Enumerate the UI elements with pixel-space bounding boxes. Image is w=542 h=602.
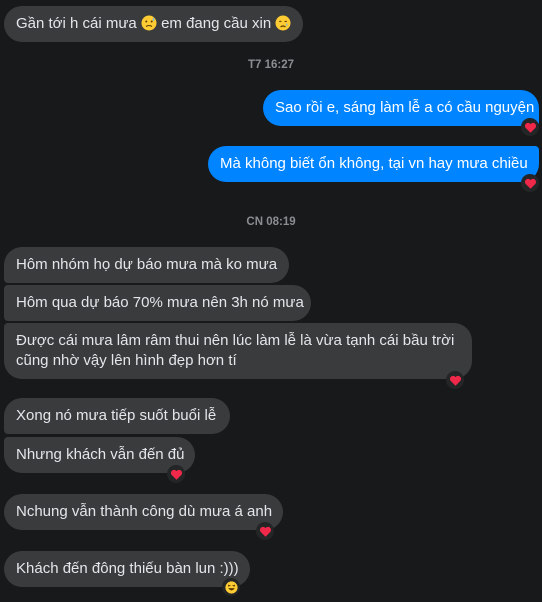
- message-bubble[interactable]: Gần tới h cái mưa em đang cầu xin: [4, 6, 304, 42]
- message-bubble[interactable]: Mà không biết ổn không, tại vn hay mưa c…: [208, 146, 539, 182]
- message-bubble[interactable]: Hôm qua dự báo 70% mưa nên 3h nó mưa: [4, 285, 311, 321]
- laughing-face-icon[interactable]: [222, 578, 240, 596]
- heart-icon[interactable]: [256, 522, 274, 540]
- heart-icon[interactable]: [521, 174, 539, 192]
- timestamp: CN 08:19: [246, 216, 296, 228]
- message-text: Nchung vẫn thành công dù mưa á anh: [16, 503, 273, 520]
- sweat-face-icon: [141, 15, 157, 37]
- message-text: Hôm qua dự báo 70% mưa nên 3h nó mưa: [16, 294, 304, 311]
- message-bubble[interactable]: Khách đến đông thiếu bàn lun :))): [4, 551, 250, 587]
- message-text-mid: em đang cầu xin: [156, 15, 276, 32]
- heart-icon[interactable]: [446, 371, 464, 389]
- timestamp: T7 16:27: [247, 59, 295, 71]
- message-bubble[interactable]: Nchung vẫn thành công dù mưa á anh: [4, 494, 283, 530]
- message-text: Khách đến đông thiếu bàn lun :))): [16, 560, 239, 577]
- heart-icon[interactable]: [167, 465, 185, 483]
- message-bubble[interactable]: Được cái mưa lâm râm thui nên lúc làm lễ…: [4, 323, 472, 379]
- message-text: Xong nó mưa tiếp suốt buổi lễ: [16, 407, 217, 424]
- message-bubble[interactable]: Sao rồi e, sáng làm lễ a có cầu nguyện: [263, 90, 539, 126]
- message-text: Được cái mưa lâm râm thui nên lúc làm lễ…: [16, 332, 455, 369]
- message-text: Gần tới h cái mưa: [16, 15, 141, 32]
- message-text: Hôm nhóm họ dự báo mưa mà ko mưa: [16, 256, 278, 273]
- heart-icon[interactable]: [521, 118, 539, 136]
- crying-face-icon: [275, 15, 291, 37]
- message-text: Sao rồi e, sáng làm lễ a có cầu nguyện: [275, 99, 535, 116]
- message-bubble[interactable]: Hôm nhóm họ dự báo mưa mà ko mưa: [4, 247, 289, 283]
- message-text: Nhưng khách vẫn đến đủ: [16, 446, 185, 463]
- message-bubble[interactable]: Nhưng khách vẫn đến đủ: [4, 437, 195, 473]
- message-bubble[interactable]: Xong nó mưa tiếp suốt buổi lễ: [4, 398, 230, 434]
- message-text: Mà không biết ổn không, tại vn hay mưa c…: [220, 155, 528, 172]
